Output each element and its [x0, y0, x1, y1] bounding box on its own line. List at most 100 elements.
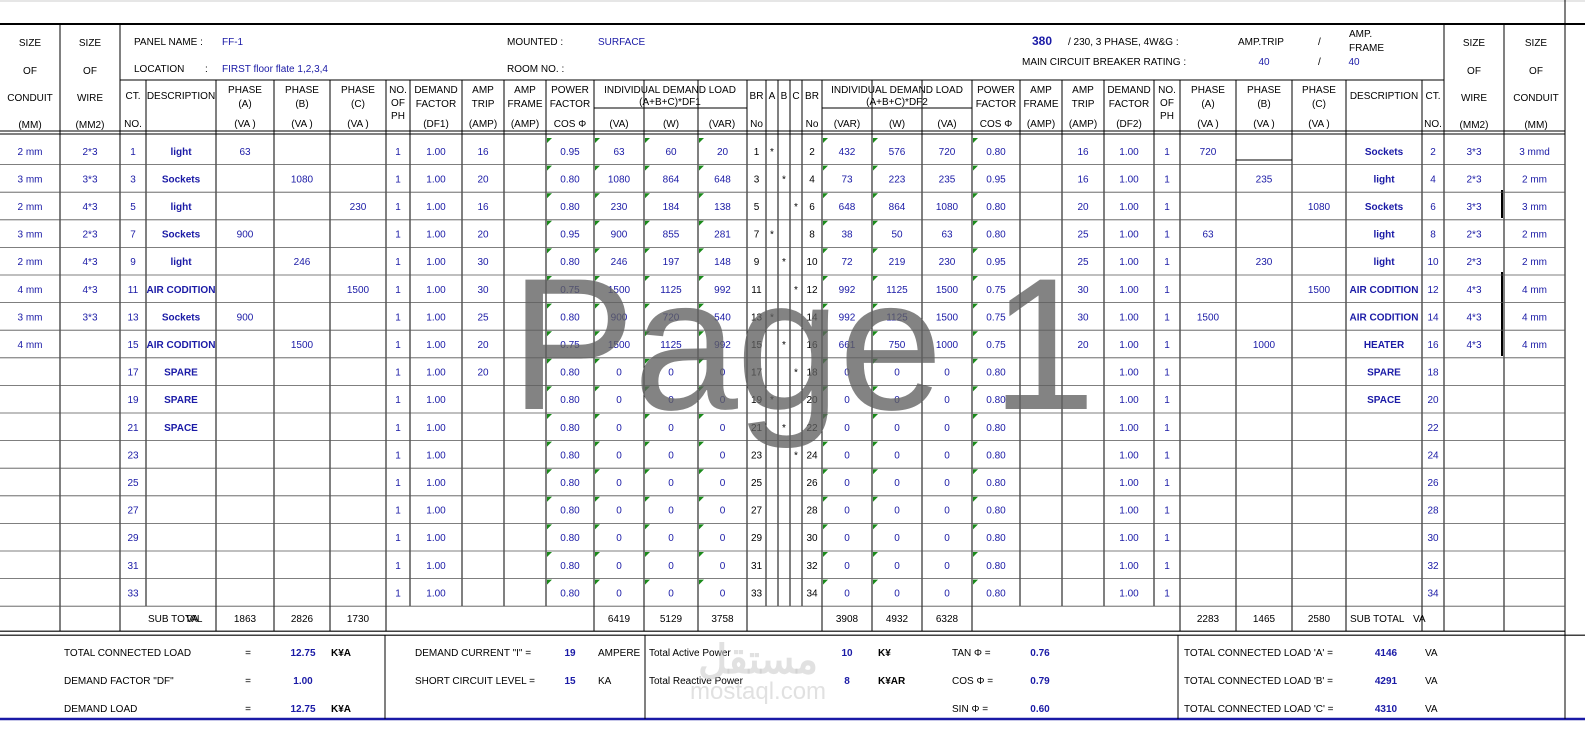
cell-r_w: 0 — [894, 478, 900, 489]
cell-lpf: 0.95 — [560, 230, 580, 241]
cell-lwire: 4*3 — [82, 285, 97, 296]
phase-c-heading: (C) — [1312, 99, 1326, 110]
cell-rnph: 1 — [1164, 395, 1170, 406]
cell-l_var: 992 — [714, 340, 731, 351]
cell-ldesc: Sockets — [162, 174, 201, 185]
phase-c-heading: (VA ) — [347, 119, 368, 130]
cell-lcond: 2 mm — [18, 202, 43, 213]
cell-rct: 8 — [1430, 230, 1436, 241]
cell-l_va: 0 — [616, 450, 622, 461]
location-label: LOCATION — [134, 64, 184, 75]
cell-lbr: 1 — [754, 147, 760, 158]
cell-ltrip: 25 — [477, 312, 489, 323]
voltage-label: / 230, 3 PHASE, 4W&G : — [1068, 37, 1179, 48]
cell-rdf: 1.00 — [1119, 450, 1139, 461]
cell-l_va: 63 — [613, 147, 625, 158]
cell-r_w: 0 — [894, 423, 900, 434]
cell-r_var: 661 — [839, 340, 856, 351]
cell-rct: 2 — [1430, 147, 1436, 158]
cell-rbr: 14 — [806, 312, 818, 323]
cell-ldesc: SPARE — [164, 368, 198, 379]
cell-lbr: 7 — [754, 230, 760, 241]
cell-lct: 17 — [127, 368, 139, 379]
cell-ldesc: AIR CODITION — [147, 285, 216, 296]
cell-ldf: 1.00 — [426, 230, 446, 241]
ct-heading: CT. — [126, 91, 141, 102]
cell-l_va: 0 — [616, 533, 622, 544]
subtotal-va: 6419 — [608, 614, 631, 625]
cell-ldf: 1.00 — [426, 478, 446, 489]
cell-l_var: 0 — [720, 478, 726, 489]
cell-ldf: 1.00 — [426, 588, 446, 599]
wire-size-heading: (MM2) — [1460, 120, 1489, 131]
cell-lcond: 3 mm — [18, 174, 43, 185]
cell-rbr: 16 — [806, 340, 818, 351]
cell-ldf: 1.00 — [426, 147, 446, 158]
conduit-size-heading: OF — [1529, 66, 1543, 77]
cell-rbr: 26 — [806, 478, 818, 489]
idl2-heading: INDIVIDUAL DEMAND LOAD — [831, 85, 963, 96]
power-factor-heading: COS Φ — [554, 119, 586, 130]
idl1-heading: (A+B+C)*DF1 — [639, 97, 701, 108]
cell-lbr: 27 — [751, 506, 763, 517]
cell-lcond: 4 mm — [18, 340, 43, 351]
cell-rnph: 1 — [1164, 561, 1170, 572]
cell-rdf: 1.00 — [1119, 395, 1139, 406]
cell-rnph: 1 — [1164, 147, 1170, 158]
cell-l_w: 855 — [663, 230, 680, 241]
cell-rct: 6 — [1430, 202, 1436, 213]
amp-frame-heading: (AMP) — [1027, 119, 1055, 130]
cell-l_var: 20 — [717, 147, 729, 158]
cell-rdf: 1.00 — [1119, 368, 1139, 379]
cell-l_w: 720 — [663, 312, 680, 323]
cell-l_va: 246 — [611, 257, 628, 268]
cell-rnph: 1 — [1164, 368, 1170, 379]
cell-l_var: 0 — [720, 561, 726, 572]
equals: = — [245, 676, 251, 687]
cell-l_var: 148 — [714, 257, 731, 268]
cell-rpb: 230 — [1256, 257, 1273, 268]
cell-l_var: 0 — [720, 533, 726, 544]
ct-heading: NO. — [1424, 119, 1442, 130]
cell-lnph: 1 — [395, 533, 401, 544]
cell-r_va: 0 — [944, 561, 950, 572]
cell-r_va: 1080 — [936, 202, 959, 213]
cell-r_w: 219 — [889, 257, 906, 268]
cell-rct: 12 — [1427, 285, 1439, 296]
cell-lnph: 1 — [395, 257, 401, 268]
cell-rnph: 1 — [1164, 506, 1170, 517]
phase-a-heading: (VA ) — [234, 119, 255, 130]
room-no-label: ROOM NO. : — [507, 64, 564, 75]
cell-ma: * — [770, 312, 774, 323]
cos-value: 0.79 — [1030, 676, 1050, 687]
phase-c-heading: PHASE — [1302, 85, 1336, 96]
cell-l_var: 648 — [714, 174, 731, 185]
cell-r_w: 223 — [889, 174, 906, 185]
cell-r_va: 1000 — [936, 340, 959, 351]
cell-lnph: 1 — [395, 230, 401, 241]
cell-r_w: 0 — [894, 395, 900, 406]
cell-lbr: 13 — [751, 312, 763, 323]
cell-ldf: 1.00 — [426, 368, 446, 379]
wire-size-heading: SIZE — [79, 38, 102, 49]
cell-mb: * — [782, 257, 786, 268]
phase-b-heading: (VA ) — [1253, 119, 1274, 130]
wire-size-heading: WIRE — [1461, 93, 1487, 104]
cell-l_w: 864 — [663, 174, 680, 185]
tan-value: 0.76 — [1030, 648, 1050, 659]
cell-rwire: 4*3 — [1466, 285, 1481, 296]
cell-l_w: 1125 — [660, 340, 682, 351]
cell-rct: 28 — [1427, 506, 1439, 517]
cell-ldf: 1.00 — [426, 312, 446, 323]
total-active-power-label: Total Active Power — [649, 648, 731, 659]
phase-a-heading: PHASE — [1191, 85, 1225, 96]
cell-rct: 34 — [1427, 588, 1439, 599]
wire-size-heading: (MM2) — [76, 120, 105, 131]
w-heading: (W) — [663, 119, 679, 130]
cell-mb: * — [782, 174, 786, 185]
cell-l_w: 60 — [665, 147, 677, 158]
cell-rct: 32 — [1427, 561, 1439, 572]
cell-lbr: 5 — [754, 202, 760, 213]
cell-lpf: 0.80 — [560, 395, 580, 406]
amp-trip-label: AMP.TRIP — [1238, 37, 1284, 48]
